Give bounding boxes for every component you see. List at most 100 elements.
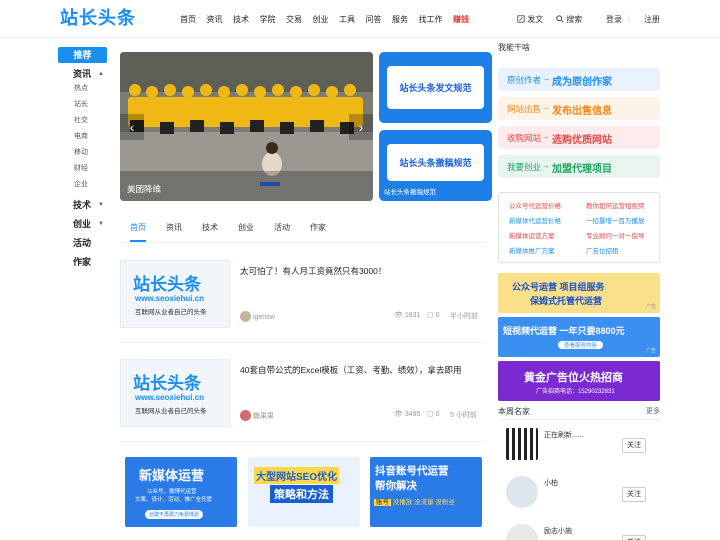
banner-douyin-ops[interactable]: 抖音账号代运营 帮你解决 账号 没播放 没流量 没粉丝 [370, 457, 482, 527]
banner-tag: 没播放 [392, 499, 413, 506]
article-divider [120, 441, 485, 442]
avatar[interactable] [506, 428, 538, 460]
menu-sub-finance[interactable]: 财经 [74, 161, 108, 177]
action-label: 我要创业 [507, 162, 542, 172]
nav-item-earn[interactable]: 赚钱 [453, 14, 469, 25]
rank-more-link[interactable]: 更多 [646, 406, 660, 416]
follow-button[interactable]: 关注 [622, 487, 646, 502]
article-thumbnail[interactable]: 站长头条 www.seoxiehui.cn 互联网从业者自己的头条 [120, 359, 230, 427]
avatar[interactable] [240, 311, 251, 322]
ad-short-video-ops[interactable]: 短视频代运营 一年只要8800元 查看服务内容 广告 [498, 317, 660, 357]
menu-activity[interactable]: 活动 [73, 234, 108, 253]
login-link[interactable]: 登录 [606, 14, 622, 25]
service-link[interactable]: 专业顾问一对一指导 [586, 230, 645, 240]
rank-title: 本周名家 [498, 407, 530, 416]
menu-sub-mobile[interactable]: 移动 [74, 145, 108, 161]
register-link[interactable]: 注册 [644, 14, 660, 25]
action-cta: 选购优质网站 [552, 135, 612, 146]
service-link[interactable]: 一招暴增一百万播放 [586, 215, 645, 225]
menu-sub-enterprise[interactable]: 企业 [74, 177, 108, 193]
nav-item-jobs[interactable]: 找工作 [419, 14, 443, 25]
search-button[interactable]: 搜索 [556, 14, 582, 25]
banner-title: 抖音账号代运营 [375, 465, 449, 477]
tab-author[interactable]: 作家 [310, 222, 326, 242]
service-link[interactable]: 教你如何运营短视频 [586, 200, 645, 210]
site-logo[interactable]: 站长头条 [60, 8, 140, 30]
follow-button[interactable]: 关注 [622, 535, 646, 540]
rank-name[interactable]: 小柏 [544, 478, 558, 488]
action-label: 原创作者 [507, 75, 542, 85]
nav-item-tools[interactable]: 工具 [339, 14, 355, 25]
banner-new-media-ops[interactable]: 新媒体运营 公众号、微博代运营 文案、设计、活动、推广全托管 创建不再费力免费体… [125, 457, 237, 527]
nav-item-tech[interactable]: 技术 [233, 14, 249, 25]
ad-line1: 公众号运营 项目组服务 [512, 282, 605, 292]
action-row-sell-site[interactable]: 网站出售 发布出售信息 → [498, 97, 660, 120]
avatar[interactable] [506, 476, 538, 508]
nav-item-startup[interactable]: 创业 [313, 14, 329, 25]
rank-name[interactable]: 励志小施 [544, 526, 572, 536]
post-label: 发文 [527, 15, 544, 24]
nav-item-news[interactable]: 资讯 [207, 14, 223, 25]
tab-tech[interactable]: 技术 [202, 222, 218, 242]
article-title[interactable]: 40套自带公式的Excel模板（工资、考勤、绩效），拿去即用 [240, 364, 462, 376]
nav-item-academy[interactable]: 学院 [260, 14, 276, 25]
section-title: 我能干啥 [498, 43, 530, 52]
article-item[interactable]: 站长头条 www.seoxiehui.cn 互联网从业者自己的头条 太可怕了！有… [120, 260, 485, 336]
article-thumbnail[interactable]: 站长头条 www.seoxiehui.cn 互联网从业者自己的头条 [120, 260, 230, 328]
main-nav: 首页 资讯 技术 学院 交易 创业 工具 问答 服务 找工作 赚钱 [180, 14, 480, 25]
ad-gold-slot[interactable]: 黄金广告位火热招商 广告招商电话：15290232631 [498, 361, 660, 401]
article-item[interactable]: 站长头条 www.seoxiehui.cn 互联网从业者自己的头条 40套自带公… [120, 359, 485, 435]
avatar[interactable] [506, 524, 538, 540]
nav-item-qa[interactable]: 问答 [366, 14, 382, 25]
thumb-logo: 站长头条 [133, 275, 201, 294]
carousel-prev-button[interactable]: ‹ [120, 114, 144, 140]
hero-carousel[interactable]: 美团降维 ‹ › [120, 52, 373, 201]
service-link[interactable]: 新媒体推广方案 [509, 245, 555, 255]
top-header: 站长头条 首页 资讯 技术 学院 交易 创业 工具 问答 服务 找工作 赚钱 发… [0, 0, 720, 38]
tab-home[interactable]: 首页 [130, 222, 146, 242]
action-row-author[interactable]: 原创作者 成为原创作家 → [498, 68, 660, 91]
rank-name[interactable]: 正在刷新...... [544, 430, 584, 440]
menu-tech-label: 技术 [73, 200, 92, 210]
action-cta: 加盟代理项目 [552, 164, 612, 175]
comment-icon: ▢ [427, 411, 434, 418]
banner-seo[interactable]: 大型网站SEO优化 策略和方法 [248, 457, 360, 527]
chevron-down-icon: ▼ [98, 221, 104, 227]
menu-startup[interactable]: 创业 ▼ [73, 215, 108, 234]
article-author[interactable]: 糖果果 [253, 413, 274, 420]
menu-sub-hot[interactable]: 热点 [74, 81, 108, 97]
ad-line2: 保姆式托管代运营 [530, 296, 603, 306]
banner-line: 公众号、微博代运营 [147, 489, 197, 495]
menu-author[interactable]: 作家 [73, 253, 108, 272]
side-card-posting-rules[interactable]: 站长头条发文规范 [379, 52, 492, 123]
comments-count: ▢ 0 [427, 411, 440, 418]
service-link[interactable]: 新媒体运营方案 [509, 230, 555, 240]
ad-line2: 广告招商电话：15290232631 [536, 389, 615, 395]
follow-button[interactable]: 关注 [622, 438, 646, 453]
menu-sub-social[interactable]: 社交 [74, 113, 108, 129]
tab-activity[interactable]: 活动 [274, 222, 290, 242]
tab-news[interactable]: 资讯 [166, 222, 182, 242]
menu-news[interactable]: 资讯 ▲ [73, 67, 108, 81]
menu-sub-webmaster[interactable]: 站长 [74, 97, 108, 113]
ad-wechat-ops[interactable]: 公众号运营 项目组服务 保姆式托管代运营 广告 [498, 273, 660, 313]
article-title[interactable]: 太可怕了！有人月工资竟然只有3000！ [240, 265, 386, 277]
menu-tech[interactable]: 技术 ▼ [73, 196, 108, 215]
post-button[interactable]: 发文 [517, 14, 543, 25]
side-card-withdraw-rules[interactable]: 站长头条撤稿规范 站长头条撤稿规范 [379, 130, 492, 201]
avatar[interactable] [240, 410, 251, 421]
menu-sub-ecommerce[interactable]: 电商 [74, 129, 108, 145]
service-link[interactable]: 新媒体代运营价格 [509, 215, 561, 225]
nav-item-trade[interactable]: 交易 [286, 14, 302, 25]
article-author[interactable]: igensw [253, 314, 275, 321]
action-row-buy-site[interactable]: 收购网站 选购优质网站 → [498, 126, 660, 149]
menu-recommend[interactable]: 推荐 [58, 47, 107, 63]
action-row-startup[interactable]: 我要创业 加盟代理项目 → [498, 155, 660, 178]
nav-item-home[interactable]: 首页 [180, 14, 196, 25]
service-link[interactable]: 广告位招租 [586, 245, 619, 255]
nav-item-services[interactable]: 服务 [392, 14, 408, 25]
tab-startup[interactable]: 创业 [238, 222, 254, 242]
carousel-next-button[interactable]: › [349, 114, 373, 140]
service-link[interactable]: 公众号代运营价格 [509, 200, 561, 210]
ad-line1: 短视频代运营 一年只要8800元 [503, 326, 625, 336]
